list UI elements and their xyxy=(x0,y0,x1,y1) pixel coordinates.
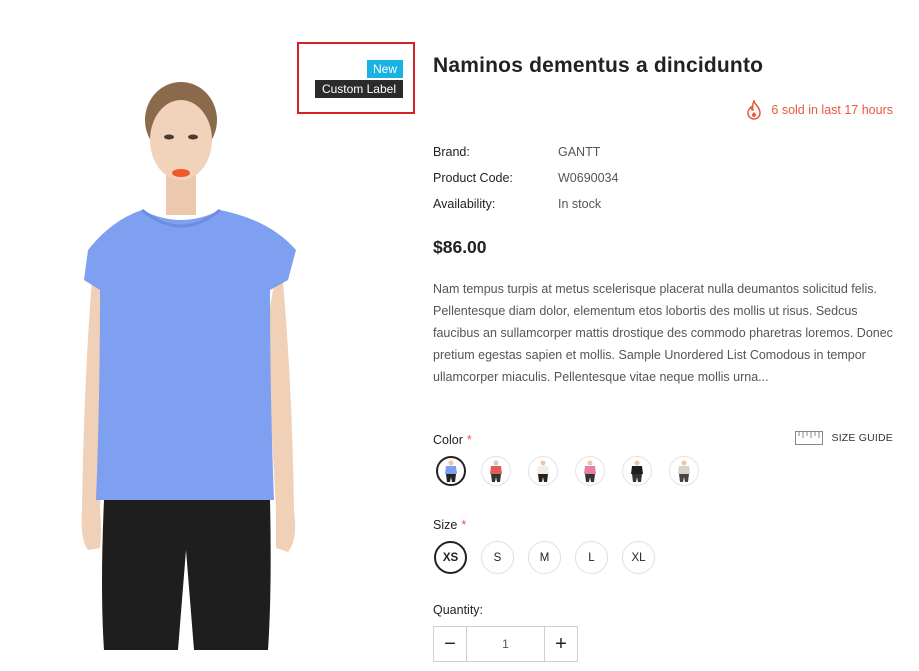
ruler-icon xyxy=(795,431,824,445)
size-l-button[interactable]: L xyxy=(575,541,608,574)
size-m-button[interactable]: M xyxy=(528,541,561,574)
size-option-label: Size * xyxy=(433,518,466,532)
color-option-label: Color * xyxy=(433,433,472,447)
sold-notice-text: 6 sold in last 17 hours xyxy=(771,103,893,117)
product-code-value: W0690034 xyxy=(558,171,619,185)
size-xl-button[interactable]: XL xyxy=(622,541,655,574)
swatch-thumbnail-icon xyxy=(584,460,596,482)
swatch-thumbnail-icon xyxy=(678,460,690,482)
swatch-thumbnail-icon xyxy=(490,460,502,482)
product-price: $86.00 xyxy=(433,237,487,257)
color-swatch[interactable] xyxy=(575,456,605,486)
quantity-input[interactable]: 1 xyxy=(467,627,544,661)
new-badge: New xyxy=(366,60,403,78)
color-label-text: Color xyxy=(433,433,463,447)
quantity-increase-button[interactable]: + xyxy=(544,627,577,661)
model-in-blue-top-image xyxy=(81,82,296,650)
size-guide-text: SIZE GUIDE xyxy=(831,432,893,444)
color-swatch[interactable] xyxy=(528,456,558,486)
swatch-thumbnail-icon xyxy=(631,460,643,482)
product-labels-highlight: New Custom Label xyxy=(297,42,415,114)
quantity-label: Quantity: xyxy=(433,603,484,617)
fire-icon xyxy=(747,100,762,120)
product-description: Nam tempus turpis at metus scelerisque p… xyxy=(433,282,893,384)
required-asterisk: * xyxy=(466,433,472,447)
custom-label-badge: Custom Label xyxy=(314,80,403,98)
availability-label: Availability: xyxy=(433,197,496,211)
size-guide-link[interactable]: SIZE GUIDE xyxy=(795,431,893,445)
size-xs-button[interactable]: XS xyxy=(434,541,467,574)
swatch-thumbnail-icon xyxy=(537,460,549,482)
size-label-text: Size xyxy=(433,518,458,532)
product-code-label: Product Code: xyxy=(433,171,513,185)
brand-label: Brand: xyxy=(433,145,470,159)
sold-notice: 6 sold in last 17 hours xyxy=(746,100,893,120)
color-swatch[interactable] xyxy=(622,456,652,486)
quantity-stepper: − 1 + xyxy=(433,626,578,662)
color-swatch[interactable] xyxy=(481,456,511,486)
product-image[interactable] xyxy=(70,70,305,650)
swatch-thumbnail-icon xyxy=(445,460,457,482)
product-title: Naminos dementus a dincidunto xyxy=(433,54,764,77)
required-asterisk: * xyxy=(461,518,467,532)
size-s-button[interactable]: S xyxy=(481,541,514,574)
availability-value: In stock xyxy=(558,197,602,211)
quantity-decrease-button[interactable]: − xyxy=(434,627,467,661)
color-swatch[interactable] xyxy=(669,456,699,486)
brand-value[interactable]: GANTT xyxy=(558,145,600,159)
color-swatch[interactable] xyxy=(436,456,466,486)
